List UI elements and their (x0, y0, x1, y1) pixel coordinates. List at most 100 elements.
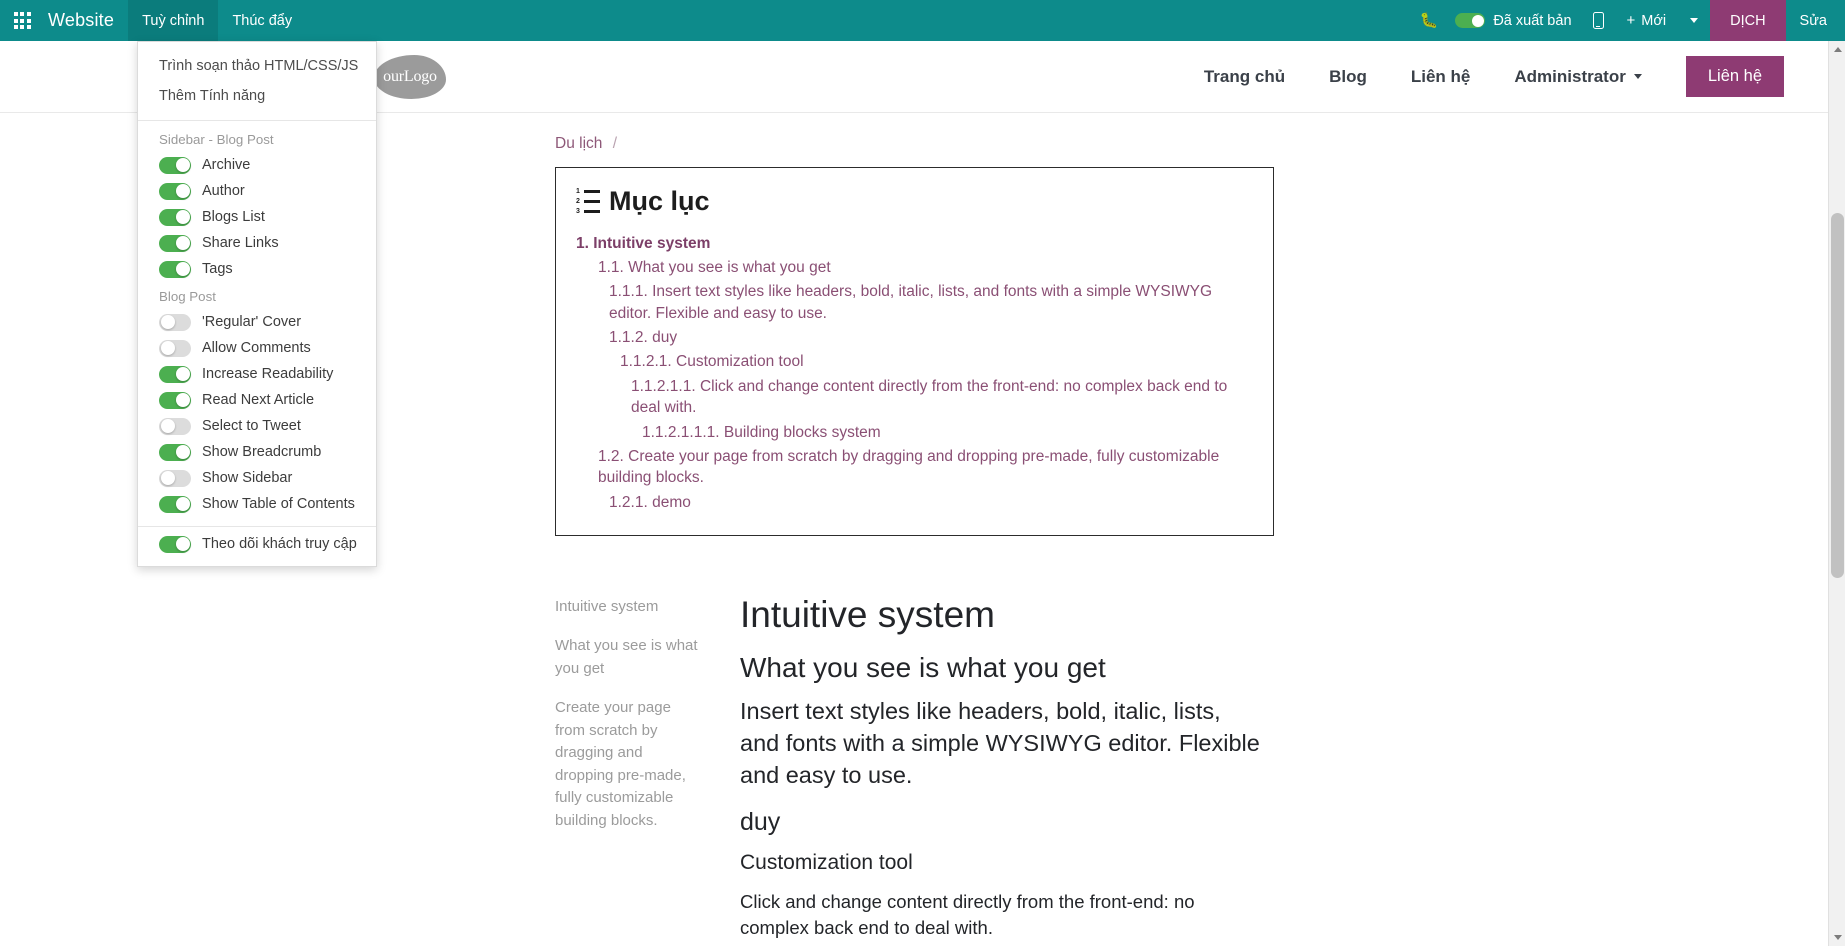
toc-entry[interactable]: 1.1.2. duy (576, 326, 1253, 350)
dropdown-link-add-feature[interactable]: Thêm Tính năng (138, 81, 376, 111)
toggle-label: Share Links (202, 235, 279, 251)
switch-icon[interactable] (159, 495, 191, 513)
toc-entry[interactable]: 1.1.2.1.1. Click and change content dire… (576, 374, 1253, 420)
scrollbar-thumb[interactable] (1831, 213, 1844, 578)
scroll-up-arrow-icon[interactable] (1829, 41, 1845, 58)
apps-grid-icon[interactable] (0, 0, 44, 41)
toggle-regular-cover[interactable]: 'Regular' Cover (138, 309, 376, 335)
toc-entry-text: demo (652, 493, 691, 511)
toc-entry[interactable]: 1.1.1. Insert text styles like headers, … (576, 280, 1253, 326)
article-heading-2: What you see is what you get (740, 651, 1106, 683)
toggle-label: Increase Readability (202, 366, 334, 382)
scroll-down-arrow-icon[interactable] (1829, 929, 1845, 946)
toc-entry-text: Create your page from scratch by draggin… (598, 447, 1220, 487)
toc-entry-number: 1. (576, 234, 594, 252)
new-label: Mới (1641, 12, 1667, 29)
toggle-label: 'Regular' Cover (202, 314, 302, 330)
contact-cta-button[interactable]: Liên hệ (1685, 56, 1784, 97)
toggle-blogs-list[interactable]: Blogs List (138, 204, 376, 230)
toggle-read-next-article[interactable]: Read Next Article (138, 387, 376, 413)
user-menu-button[interactable]: DỊCH (1710, 0, 1786, 41)
toggle-share-links[interactable]: Share Links (138, 230, 376, 256)
toggle-show-table-of-contents[interactable]: Show Table of Contents (138, 491, 376, 517)
toc-entry-text: duy (652, 329, 678, 346)
toggle-show-sidebar[interactable]: Show Sidebar (138, 465, 376, 491)
switch-icon[interactable] (159, 156, 191, 174)
dropdown-divider (138, 526, 376, 527)
dropdown-divider (138, 120, 376, 121)
site-nav: Trang chủ Blog Liên hệ Administrator Liê… (1182, 56, 1784, 97)
nav-item-administrator-label: Administrator (1514, 66, 1626, 86)
toggle-label: Archive (202, 157, 251, 173)
article-paragraph-2: Click and change content directly from t… (740, 890, 1195, 939)
article-side-nav: Intuitive system What you see is what yo… (555, 592, 705, 942)
publish-switch-icon[interactable] (1455, 13, 1486, 28)
toggle-visitor-tracking[interactable]: Theo dõi khách truy cập (138, 531, 376, 557)
switch-icon[interactable] (159, 260, 191, 278)
switch-icon[interactable] (159, 365, 191, 383)
article-paragraph-1: Insert text styles like headers, bold, i… (740, 698, 1260, 789)
toggle-label: Author (202, 183, 245, 199)
toggle-select-to-tweet[interactable]: Select to Tweet (138, 413, 376, 439)
bug-icon[interactable]: 🐛 (1409, 0, 1450, 41)
customize-dropdown-panel: Trình soạn thảo HTML/CSS/JS Thêm Tính nă… (137, 41, 377, 567)
article-content: Intuitive system What you see is what yo… (705, 592, 1265, 942)
publish-label: Đã xuất bản (1493, 12, 1572, 29)
toggle-label: Show Breadcrumb (202, 444, 322, 460)
toc-entry-number: 1.1.1. (609, 283, 653, 301)
toc-entry-text: Click and change content directly from t… (631, 377, 1228, 417)
toc-entry-number: 1.1. (598, 258, 629, 276)
toggle-tags[interactable]: Tags (138, 256, 376, 282)
table-of-contents-box: 1 2 3 Mục lục 1. Intuitive system 1.1. W… (555, 167, 1274, 536)
toggle-author[interactable]: Author (138, 178, 376, 204)
group-header-sidebar-blog-post: Sidebar - Blog Post (159, 132, 274, 147)
toc-entry[interactable]: 1.1.2.1. Customization tool (576, 350, 1253, 374)
switch-icon[interactable] (159, 208, 191, 226)
new-button[interactable]: + Mới (1615, 13, 1679, 29)
toggle-label: Select to Tweet (202, 418, 301, 434)
toggle-archive[interactable]: Archive (138, 152, 376, 178)
switch-icon[interactable] (159, 417, 191, 435)
nav-item-administrator[interactable]: Administrator (1492, 67, 1663, 87)
toc-entry-text: Customization tool (676, 353, 804, 371)
publish-toggle[interactable]: Đã xuất bản (1449, 13, 1581, 29)
dropdown-link-html-editor[interactable]: Trình soạn thảo HTML/CSS/JS (138, 51, 376, 81)
switch-icon[interactable] (159, 339, 191, 357)
switch-icon[interactable] (159, 443, 191, 461)
nav-item-blog[interactable]: Blog (1307, 67, 1389, 87)
app-brand-website[interactable]: Website (44, 0, 128, 41)
toc-entry[interactable]: 1.1. What you see is what you get (576, 255, 1253, 279)
toggle-label: Theo dõi khách truy cập (202, 536, 357, 552)
menu-customize[interactable]: Tuỳ chỉnh (128, 0, 219, 41)
toc-entry[interactable]: 1.1.2.1.1.1. Building blocks system (576, 420, 1253, 444)
switch-icon[interactable] (159, 313, 191, 331)
toc-entry-number: 1.2. (598, 447, 629, 465)
toggle-increase-readability[interactable]: Increase Readability (138, 361, 376, 387)
breadcrumb-separator: / (612, 135, 618, 152)
toc-entry[interactable]: 1.2. Create your page from scratch by dr… (576, 444, 1253, 490)
odoo-top-bar: Website Tuỳ chỉnh Thúc đẩy 🐛 Đã xuất bản… (0, 0, 1845, 41)
toggle-allow-comments[interactable]: Allow Comments (138, 335, 376, 361)
site-logo[interactable]: ourLogo (374, 54, 446, 99)
side-nav-item[interactable]: What you see is what you get (555, 635, 705, 680)
toggle-show-breadcrumb[interactable]: Show Breadcrumb (138, 439, 376, 465)
switch-icon[interactable] (159, 469, 191, 487)
switch-icon[interactable] (159, 535, 191, 553)
toc-entry[interactable]: 1.2.1. demo (576, 490, 1253, 514)
nav-item-contact[interactable]: Liên hệ (1389, 67, 1493, 87)
switch-icon[interactable] (159, 182, 191, 200)
switch-icon[interactable] (159, 391, 191, 409)
ordered-list-icon: 1 2 3 (576, 188, 600, 215)
nav-item-home[interactable]: Trang chủ (1182, 67, 1307, 87)
page-scrollbar[interactable] (1828, 41, 1845, 946)
side-nav-item[interactable]: Intuitive system (555, 596, 705, 619)
switch-icon[interactable] (159, 234, 191, 252)
toggle-label: Show Table of Contents (202, 496, 355, 512)
mobile-preview-icon[interactable] (1582, 0, 1615, 41)
breadcrumb-item-travel[interactable]: Du lịch (555, 135, 602, 152)
toc-entry[interactable]: 1. Intuitive system (576, 231, 1253, 255)
side-nav-item[interactable]: Create your page from scratch by draggin… (555, 697, 705, 832)
menu-promote[interactable]: Thúc đẩy (218, 0, 306, 41)
chevron-down-icon[interactable] (1678, 18, 1710, 23)
edit-button[interactable]: Sửa (1786, 0, 1845, 41)
